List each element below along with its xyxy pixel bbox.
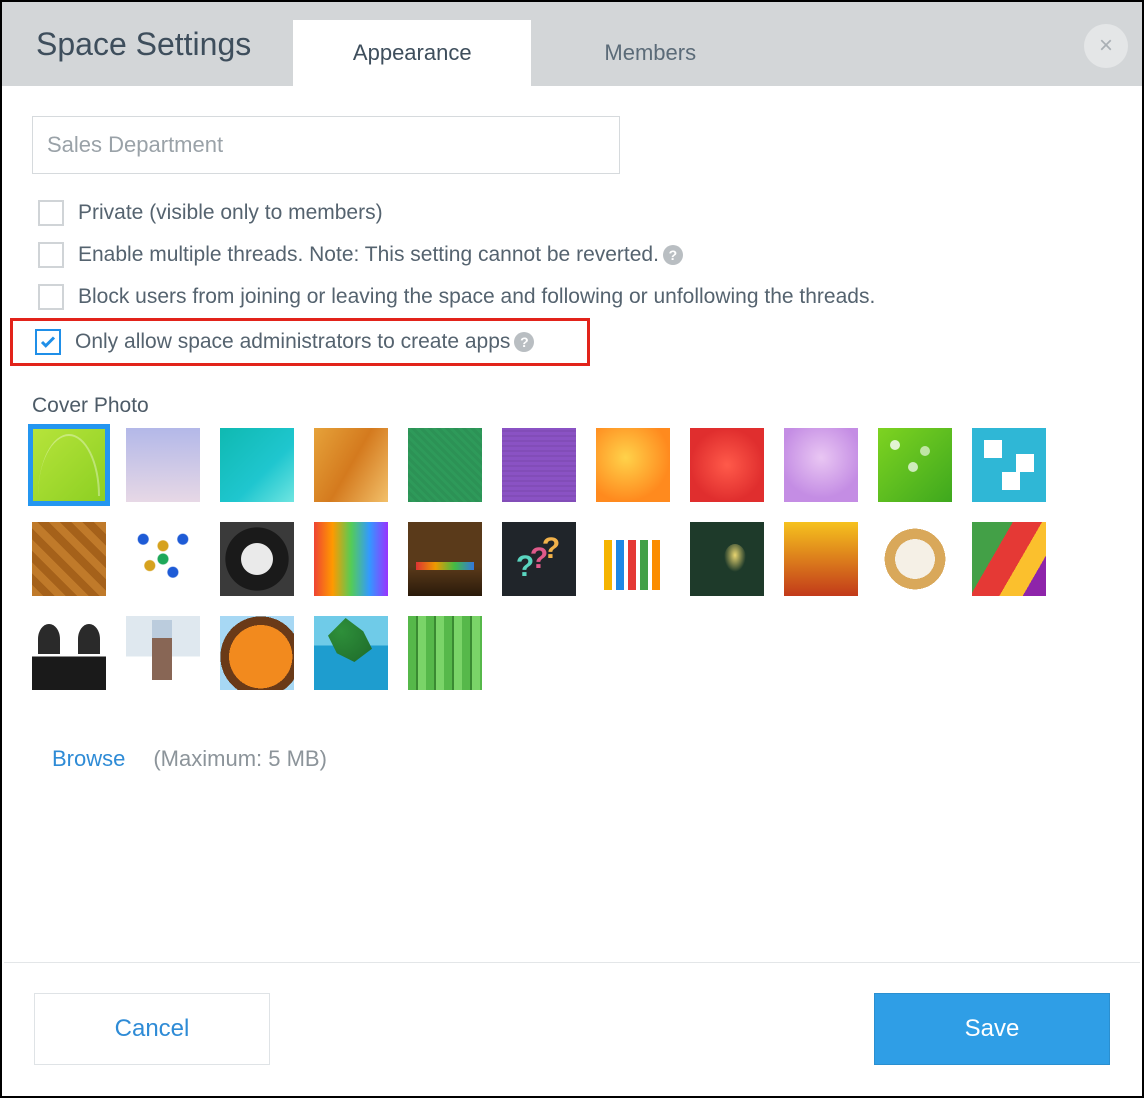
dialog-footer: Cancel Save — [4, 962, 1140, 1094]
cover-thumb[interactable] — [220, 616, 294, 690]
cover-thumb[interactable] — [32, 616, 106, 690]
space-name-input[interactable] — [32, 116, 620, 174]
tab-label: Appearance — [353, 40, 472, 66]
tab-bar: Appearance Members — [293, 2, 769, 86]
option-label: Enable multiple threads. Note: This sett… — [78, 243, 659, 267]
cover-thumb[interactable] — [32, 522, 106, 596]
cover-thumb[interactable] — [220, 428, 294, 502]
cover-thumb[interactable] — [784, 522, 858, 596]
checkbox-icon[interactable] — [38, 284, 64, 310]
checkbox-icon[interactable] — [35, 329, 61, 355]
cover-thumb[interactable] — [502, 428, 576, 502]
option-label: Private (visible only to members) — [78, 201, 383, 225]
cover-thumb[interactable] — [32, 428, 106, 502]
cover-thumb[interactable] — [972, 428, 1046, 502]
button-label: Save — [965, 1015, 1020, 1043]
dialog-title: Space Settings — [2, 2, 285, 86]
highlight-box: Only allow space administrators to creat… — [10, 318, 590, 366]
tab-label: Members — [604, 40, 696, 66]
cover-thumb[interactable] — [314, 616, 388, 690]
option-multiple-threads[interactable]: Enable multiple threads. Note: This sett… — [32, 234, 1112, 276]
cover-thumb[interactable] — [502, 522, 576, 596]
cover-thumb[interactable] — [408, 616, 482, 690]
cover-thumb[interactable] — [408, 428, 482, 502]
dialog-body: Private (visible only to members) Enable… — [2, 86, 1142, 772]
close-button[interactable]: × — [1084, 24, 1128, 68]
cover-thumb[interactable] — [972, 522, 1046, 596]
cover-thumb[interactable] — [690, 428, 764, 502]
checkbox-icon[interactable] — [38, 200, 64, 226]
dialog-header: Space Settings Appearance Members × — [2, 2, 1142, 86]
cover-thumb[interactable] — [126, 428, 200, 502]
tab-appearance[interactable]: Appearance — [293, 20, 531, 86]
cover-thumb[interactable] — [690, 522, 764, 596]
save-button[interactable]: Save — [874, 993, 1110, 1065]
option-private[interactable]: Private (visible only to members) — [32, 192, 1112, 234]
cover-upload-row: Browse (Maximum: 5 MB) — [32, 746, 1112, 772]
cover-photo-label: Cover Photo — [32, 394, 1112, 418]
options-list: Private (visible only to members) Enable… — [32, 192, 1112, 366]
option-label: Only allow space administrators to creat… — [75, 330, 510, 354]
cancel-button[interactable]: Cancel — [34, 993, 270, 1065]
option-label: Block users from joining or leaving the … — [78, 285, 875, 309]
cover-photo-grid — [32, 428, 1092, 690]
upload-max-note: (Maximum: 5 MB) — [153, 746, 327, 772]
help-icon[interactable]: ? — [514, 332, 534, 352]
close-icon: × — [1099, 32, 1113, 60]
cover-thumb[interactable] — [220, 522, 294, 596]
cover-thumb[interactable] — [784, 428, 858, 502]
checkbox-icon[interactable] — [38, 242, 64, 268]
option-admin-create-apps[interactable]: Only allow space administrators to creat… — [35, 325, 587, 359]
browse-link[interactable]: Browse — [52, 746, 125, 772]
help-icon[interactable]: ? — [663, 245, 683, 265]
tab-members[interactable]: Members — [531, 20, 769, 86]
cover-thumb[interactable] — [314, 428, 388, 502]
option-block-join-leave[interactable]: Block users from joining or leaving the … — [32, 276, 1112, 318]
button-label: Cancel — [115, 1015, 190, 1043]
cover-thumb[interactable] — [596, 522, 670, 596]
cover-thumb[interactable] — [408, 522, 482, 596]
cover-thumb[interactable] — [126, 522, 200, 596]
cover-thumb[interactable] — [878, 428, 952, 502]
cover-thumb[interactable] — [126, 616, 200, 690]
cover-thumb[interactable] — [314, 522, 388, 596]
cover-thumb[interactable] — [596, 428, 670, 502]
cover-thumb[interactable] — [878, 522, 952, 596]
